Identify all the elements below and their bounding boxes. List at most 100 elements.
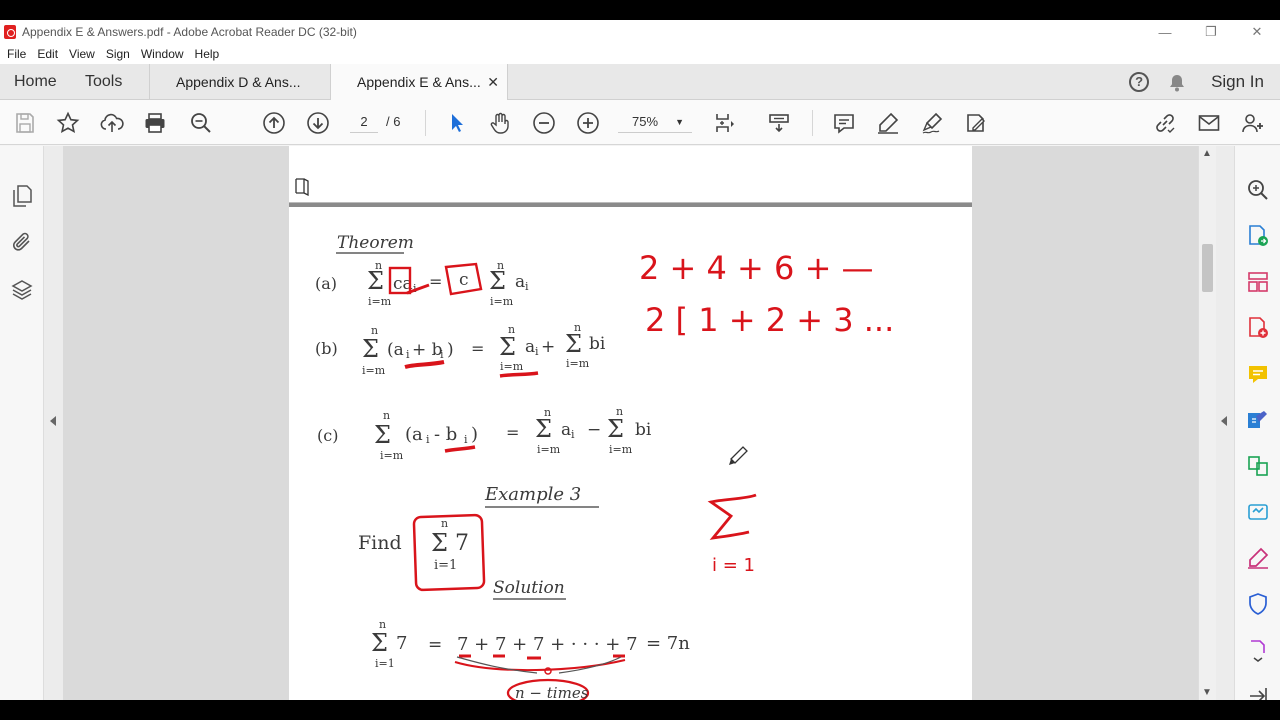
collapse-tools-icon[interactable] bbox=[1246, 684, 1270, 700]
notification-bell-icon[interactable] bbox=[1169, 74, 1185, 92]
svg-text:a: a bbox=[525, 337, 535, 357]
zoom-search-icon[interactable] bbox=[1246, 178, 1270, 202]
scroll-down-arrow[interactable]: ▼ bbox=[1202, 687, 1212, 698]
upload-cloud-icon[interactable] bbox=[99, 110, 125, 136]
svg-text:7: 7 bbox=[455, 531, 469, 556]
comment-tool-icon[interactable] bbox=[1246, 362, 1270, 386]
menu-bar: File Edit View Sign Window Help bbox=[0, 44, 1280, 64]
sign-in-button[interactable]: Sign In bbox=[1211, 72, 1264, 92]
svg-text:i: i bbox=[525, 280, 529, 293]
more-tools-icon[interactable] bbox=[1246, 638, 1270, 662]
svg-text:7 + 7 + 7 + · · · + 7: 7 + 7 + 7 + · · · + 7 bbox=[457, 634, 638, 655]
tab-appendix-e[interactable]: Appendix E & Ans... ✕ bbox=[330, 64, 508, 100]
svg-text:Σ: Σ bbox=[489, 267, 506, 295]
vertical-scrollbar[interactable]: ▲ ▼ bbox=[1198, 146, 1216, 700]
tab-tools[interactable]: Tools bbox=[85, 64, 122, 100]
save-icon[interactable] bbox=[12, 110, 38, 136]
solution-equation: n Σ 7 i=1 = 7 + 7 + 7 + · · · + 7 bbox=[371, 618, 638, 670]
tabbar-right: ? Sign In bbox=[1129, 64, 1264, 100]
attachment-icon[interactable] bbox=[10, 230, 34, 254]
window-title: Appendix E & Answers.pdf - Adobe Acrobat… bbox=[22, 25, 357, 39]
menu-edit[interactable]: Edit bbox=[37, 47, 58, 61]
svg-text:Σ: Σ bbox=[431, 529, 448, 557]
previous-page-bottom bbox=[289, 146, 972, 203]
toolbar-divider bbox=[812, 110, 813, 136]
organize-pages-icon[interactable] bbox=[1246, 270, 1270, 294]
tab-home[interactable]: Home bbox=[14, 64, 57, 100]
svg-text:- b: - b bbox=[434, 424, 457, 445]
minimize-button[interactable]: — bbox=[1142, 20, 1188, 44]
part-b-label: (b) bbox=[315, 339, 338, 358]
chevron-left-icon bbox=[1221, 416, 1227, 426]
svg-text:Σ: Σ bbox=[499, 333, 516, 361]
search-icon[interactable] bbox=[188, 110, 214, 136]
svg-text:7: 7 bbox=[396, 633, 407, 654]
svg-text:a: a bbox=[515, 272, 525, 292]
page-thumbnails-icon[interactable] bbox=[10, 184, 34, 208]
acrobat-window: Appendix E & Answers.pdf - Adobe Acrobat… bbox=[0, 20, 1280, 700]
scroll-mode-icon[interactable] bbox=[766, 110, 792, 136]
zoom-out-icon[interactable] bbox=[531, 110, 557, 136]
svg-text:a: a bbox=[561, 420, 571, 440]
help-icon[interactable]: ? bbox=[1129, 72, 1150, 92]
note-line-1: 2 + 4 + 6 + — bbox=[639, 249, 874, 287]
menu-window[interactable]: Window bbox=[141, 47, 184, 61]
draw-signature-icon[interactable] bbox=[919, 110, 945, 136]
window-controls: — ❐ ✕ bbox=[1142, 20, 1280, 44]
restore-button[interactable]: ❐ bbox=[1188, 20, 1234, 44]
svg-text:=: = bbox=[471, 339, 484, 358]
note-line-2: 2 [ 1 + 2 + 3 ... bbox=[645, 301, 894, 339]
edit-pdf-icon[interactable] bbox=[1246, 408, 1270, 432]
zoom-level-select[interactable]: 75% ▼ bbox=[618, 111, 692, 133]
zoom-in-icon[interactable] bbox=[575, 110, 601, 136]
theorem-heading: Theorem bbox=[337, 233, 414, 253]
svg-text:Σ: Σ bbox=[607, 415, 624, 443]
layers-icon[interactable] bbox=[10, 278, 34, 302]
scan-ocr-icon[interactable] bbox=[1246, 500, 1270, 524]
protect-shield-icon[interactable] bbox=[1246, 592, 1270, 616]
tab-appendix-d[interactable]: Appendix D & Ans... bbox=[149, 64, 329, 100]
hand-tool-icon[interactable] bbox=[487, 110, 513, 136]
handwritten-notes: Theorem (a) n Σ i=m cai = c n Σ i=m ai bbox=[315, 233, 894, 700]
toolbar: 2 / 6 75% ▼ bbox=[0, 100, 1280, 145]
comment-icon[interactable] bbox=[831, 110, 857, 136]
fill-and-sign-icon[interactable] bbox=[1246, 546, 1270, 570]
next-page-icon[interactable] bbox=[305, 110, 331, 136]
tab-label: Appendix E & Ans... bbox=[357, 74, 481, 90]
page-total: / 6 bbox=[386, 114, 401, 129]
n-times-label: n − times bbox=[515, 684, 589, 700]
part-c-label: (c) bbox=[317, 426, 338, 445]
fill-sign-icon[interactable] bbox=[963, 110, 989, 136]
menu-help[interactable]: Help bbox=[195, 47, 220, 61]
menu-sign[interactable]: Sign bbox=[106, 47, 130, 61]
previous-page-icon[interactable] bbox=[261, 110, 287, 136]
svg-text:i=m: i=m bbox=[362, 364, 386, 377]
scroll-up-arrow[interactable]: ▲ bbox=[1202, 148, 1212, 159]
select-cursor-icon[interactable] bbox=[444, 110, 470, 136]
svg-text:(a: (a bbox=[387, 340, 404, 360]
highlight-pen-icon[interactable] bbox=[875, 110, 901, 136]
solution-result: = 7n bbox=[646, 633, 690, 654]
bookmark-star-icon[interactable] bbox=[55, 110, 81, 136]
close-tab-icon[interactable]: ✕ bbox=[487, 64, 499, 100]
combine-files-icon[interactable] bbox=[1246, 454, 1270, 478]
left-navigation-rail bbox=[0, 146, 44, 700]
print-icon[interactable] bbox=[142, 110, 168, 136]
email-icon[interactable] bbox=[1196, 110, 1222, 136]
create-pdf-icon[interactable] bbox=[1246, 316, 1270, 340]
svg-text:=: = bbox=[429, 272, 442, 291]
page-fit-icon[interactable] bbox=[712, 110, 738, 136]
svg-text:=: = bbox=[506, 423, 519, 442]
document-viewport[interactable]: Theorem (a) n Σ i=m cai = c n Σ i=m ai bbox=[63, 146, 1198, 700]
page-number-input[interactable]: 2 bbox=[350, 111, 378, 133]
menu-file[interactable]: File bbox=[7, 47, 26, 61]
share-link-icon[interactable] bbox=[1152, 110, 1178, 136]
close-window-button[interactable]: ✕ bbox=[1234, 20, 1280, 44]
export-pdf-icon[interactable] bbox=[1246, 224, 1270, 248]
menu-view[interactable]: View bbox=[69, 47, 95, 61]
scroll-thumb[interactable] bbox=[1202, 244, 1213, 292]
svg-text:i: i bbox=[426, 433, 430, 446]
right-panel-toggle[interactable] bbox=[1216, 146, 1234, 700]
add-user-icon[interactable] bbox=[1240, 110, 1266, 136]
left-panel-toggle[interactable] bbox=[44, 146, 63, 700]
